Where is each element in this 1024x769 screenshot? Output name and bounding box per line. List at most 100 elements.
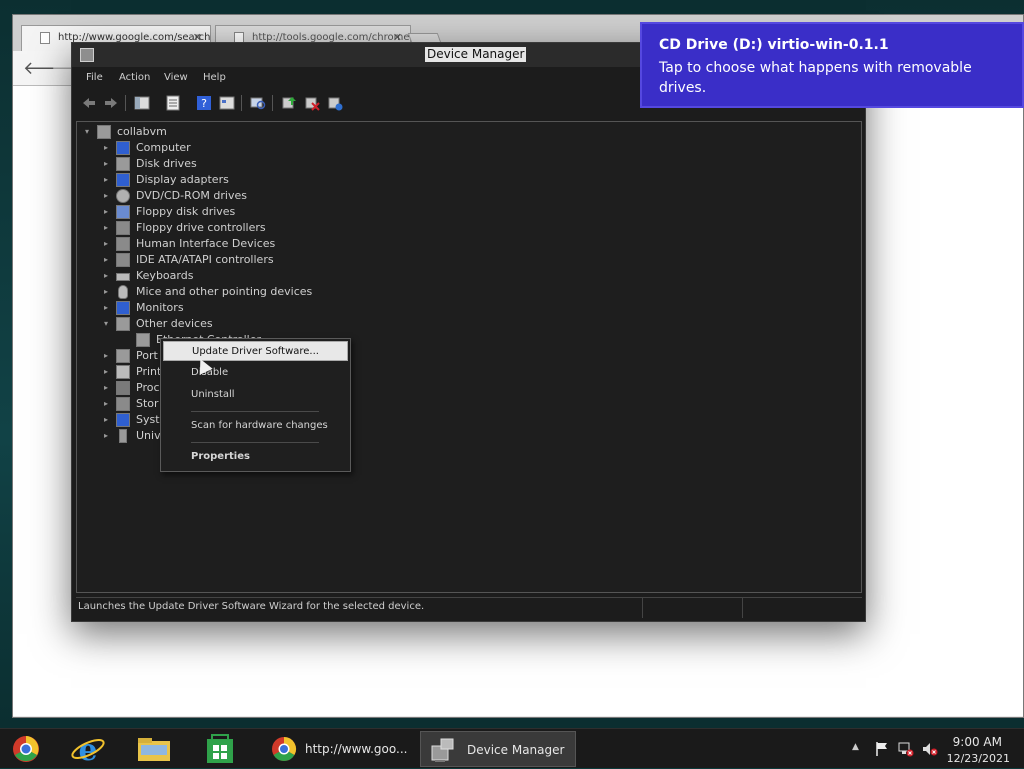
taskbar-chrome-task[interactable]: http://www.goo...	[264, 731, 414, 767]
tree-root-label: collabvm	[117, 125, 167, 138]
tree-item[interactable]: ▸ Floppy drive controllers	[104, 220, 404, 236]
removable-drive-notification[interactable]: CD Drive (D:) virtio-win-0.1.1 Tap to ch…	[640, 22, 1024, 108]
forward-icon[interactable]	[103, 95, 119, 111]
ide-controller-icon	[116, 253, 130, 267]
cd-rom-icon	[116, 189, 130, 203]
svg-text:?: ?	[201, 97, 207, 110]
internet-explorer-icon[interactable]: e	[68, 733, 108, 765]
menu-view[interactable]: View	[164, 72, 188, 83]
action-center-flag-icon[interactable]	[874, 741, 890, 757]
tree-item-label: Keyboards	[136, 269, 194, 282]
tree-item[interactable]: ▸ Syst	[104, 412, 164, 428]
back-icon[interactable]	[81, 95, 97, 111]
tree-item[interactable]: ▸ Print	[104, 364, 164, 380]
tree-item[interactable]: ▸ Univ	[104, 428, 164, 444]
unknown-device-icon	[116, 317, 130, 331]
tree-item-other-devices[interactable]: ▾ Other devices	[104, 316, 404, 332]
tree-item[interactable]: ▸ Display adapters	[104, 172, 404, 188]
status-cell	[642, 598, 743, 618]
expand-arrow-icon[interactable]: ▸	[104, 220, 114, 236]
usb-icon	[119, 429, 127, 443]
tree-item-label: Proc	[136, 381, 160, 394]
tree-item[interactable]: ▸ DVD/CD-ROM drives	[104, 188, 404, 204]
uninstall-icon[interactable]	[304, 95, 320, 111]
update-driver-icon[interactable]	[281, 95, 297, 111]
view-icon[interactable]	[219, 95, 235, 111]
uninstall-item[interactable]: Uninstall	[163, 385, 348, 405]
status-cell	[742, 598, 863, 618]
help-icon[interactable]: ?	[196, 95, 212, 111]
tree-item[interactable]: ▸ Monitors	[104, 300, 404, 316]
properties-item[interactable]: Properties	[163, 447, 348, 467]
tree-item-label: Floppy drive controllers	[136, 221, 266, 234]
svg-text:e: e	[78, 733, 97, 765]
tree-item[interactable]: ▸ Stor	[104, 396, 164, 412]
update-driver-software-item[interactable]: Update Driver Software...	[163, 341, 348, 361]
controller-icon	[116, 221, 130, 235]
processor-icon	[116, 381, 130, 395]
tree-item[interactable]: ▸ Port	[104, 348, 164, 364]
scan-hardware-item[interactable]: Scan for hardware changes	[163, 416, 348, 436]
scan-hardware-icon[interactable]	[250, 95, 266, 111]
taskbar-task-label: http://www.goo...	[305, 742, 408, 756]
collapse-arrow-icon[interactable]: ▾	[104, 316, 114, 332]
expand-arrow-icon[interactable]: ▸	[104, 268, 114, 284]
taskbar-task-label: Device Manager	[467, 743, 565, 757]
taskbar: e http://www.goo... Device Manager ▲ 9:0…	[0, 728, 1024, 768]
tree-item[interactable]: ▸ Keyboards	[104, 268, 404, 284]
tree-item-label: Other devices	[136, 317, 213, 330]
menu-action[interactable]: Action	[119, 72, 150, 83]
clock-time[interactable]: 9:00 AM	[953, 735, 1002, 749]
show-hide-tree-icon[interactable]	[134, 95, 150, 111]
tree-item[interactable]: ▸ Mice and other pointing devices	[104, 284, 404, 300]
tree-item-label: Syst	[136, 413, 160, 426]
expand-arrow-icon[interactable]: ▸	[104, 396, 114, 412]
port-icon	[116, 349, 130, 363]
computer-icon	[97, 125, 111, 139]
collapse-arrow-icon[interactable]: ▾	[85, 124, 95, 140]
tree-item[interactable]: ▸ Proc	[104, 380, 164, 396]
expand-arrow-icon[interactable]: ▸	[104, 412, 114, 428]
show-hidden-icons-icon[interactable]: ▲	[852, 742, 859, 752]
expand-arrow-icon[interactable]: ▸	[104, 364, 114, 380]
expand-arrow-icon[interactable]: ▸	[104, 188, 114, 204]
tree-item[interactable]: ▸ Floppy disk drives	[104, 204, 404, 220]
notification-body: Tap to choose what happens with removabl…	[659, 60, 972, 96]
taskbar-device-manager-task[interactable]: Device Manager	[420, 731, 576, 767]
enable-device-icon[interactable]	[327, 95, 343, 111]
disable-item[interactable]: Disable	[163, 363, 348, 383]
system-tray: ▲ 9:00 AM 12/23/2021	[850, 729, 1024, 769]
store-icon[interactable]	[200, 733, 240, 765]
expand-arrow-icon[interactable]: ▸	[104, 172, 114, 188]
chrome-icon	[272, 737, 297, 762]
tree-item[interactable]: ▸ Disk drives	[104, 156, 404, 172]
file-explorer-icon[interactable]	[134, 733, 174, 765]
status-text: Launches the Update Driver Software Wiza…	[78, 601, 425, 612]
volume-muted-icon[interactable]	[922, 741, 938, 757]
expand-arrow-icon[interactable]: ▸	[104, 204, 114, 220]
menu-help[interactable]: Help	[203, 72, 226, 83]
expand-arrow-icon[interactable]: ▸	[104, 380, 114, 396]
expand-arrow-icon[interactable]: ▸	[104, 236, 114, 252]
properties-icon[interactable]	[165, 95, 181, 111]
toolbar-divider	[241, 95, 242, 111]
network-error-icon[interactable]	[898, 741, 914, 757]
tree-item[interactable]: ▸ Human Interface Devices	[104, 236, 404, 252]
tree-root[interactable]: ▾ collabvm	[85, 124, 285, 140]
expand-arrow-icon[interactable]: ▸	[104, 428, 114, 444]
tree-item-label: Computer	[136, 141, 191, 154]
tree-item[interactable]: ▸ IDE ATA/ATAPI controllers	[104, 252, 404, 268]
start-chrome-orb-icon[interactable]	[6, 733, 46, 765]
menu-file[interactable]: File	[86, 72, 103, 83]
tree-item[interactable]: ▸ Computer	[104, 140, 404, 156]
mouse-icon	[118, 285, 128, 299]
expand-arrow-icon[interactable]: ▸	[104, 156, 114, 172]
expand-arrow-icon[interactable]: ▸	[104, 348, 114, 364]
tree-item-label: Univ	[136, 429, 161, 442]
clock-date[interactable]: 12/23/2021	[947, 752, 1010, 765]
expand-arrow-icon[interactable]: ▸	[104, 252, 114, 268]
menu-separator	[191, 442, 319, 443]
expand-arrow-icon[interactable]: ▸	[104, 284, 114, 300]
expand-arrow-icon[interactable]: ▸	[104, 140, 114, 156]
expand-arrow-icon[interactable]: ▸	[104, 300, 114, 316]
